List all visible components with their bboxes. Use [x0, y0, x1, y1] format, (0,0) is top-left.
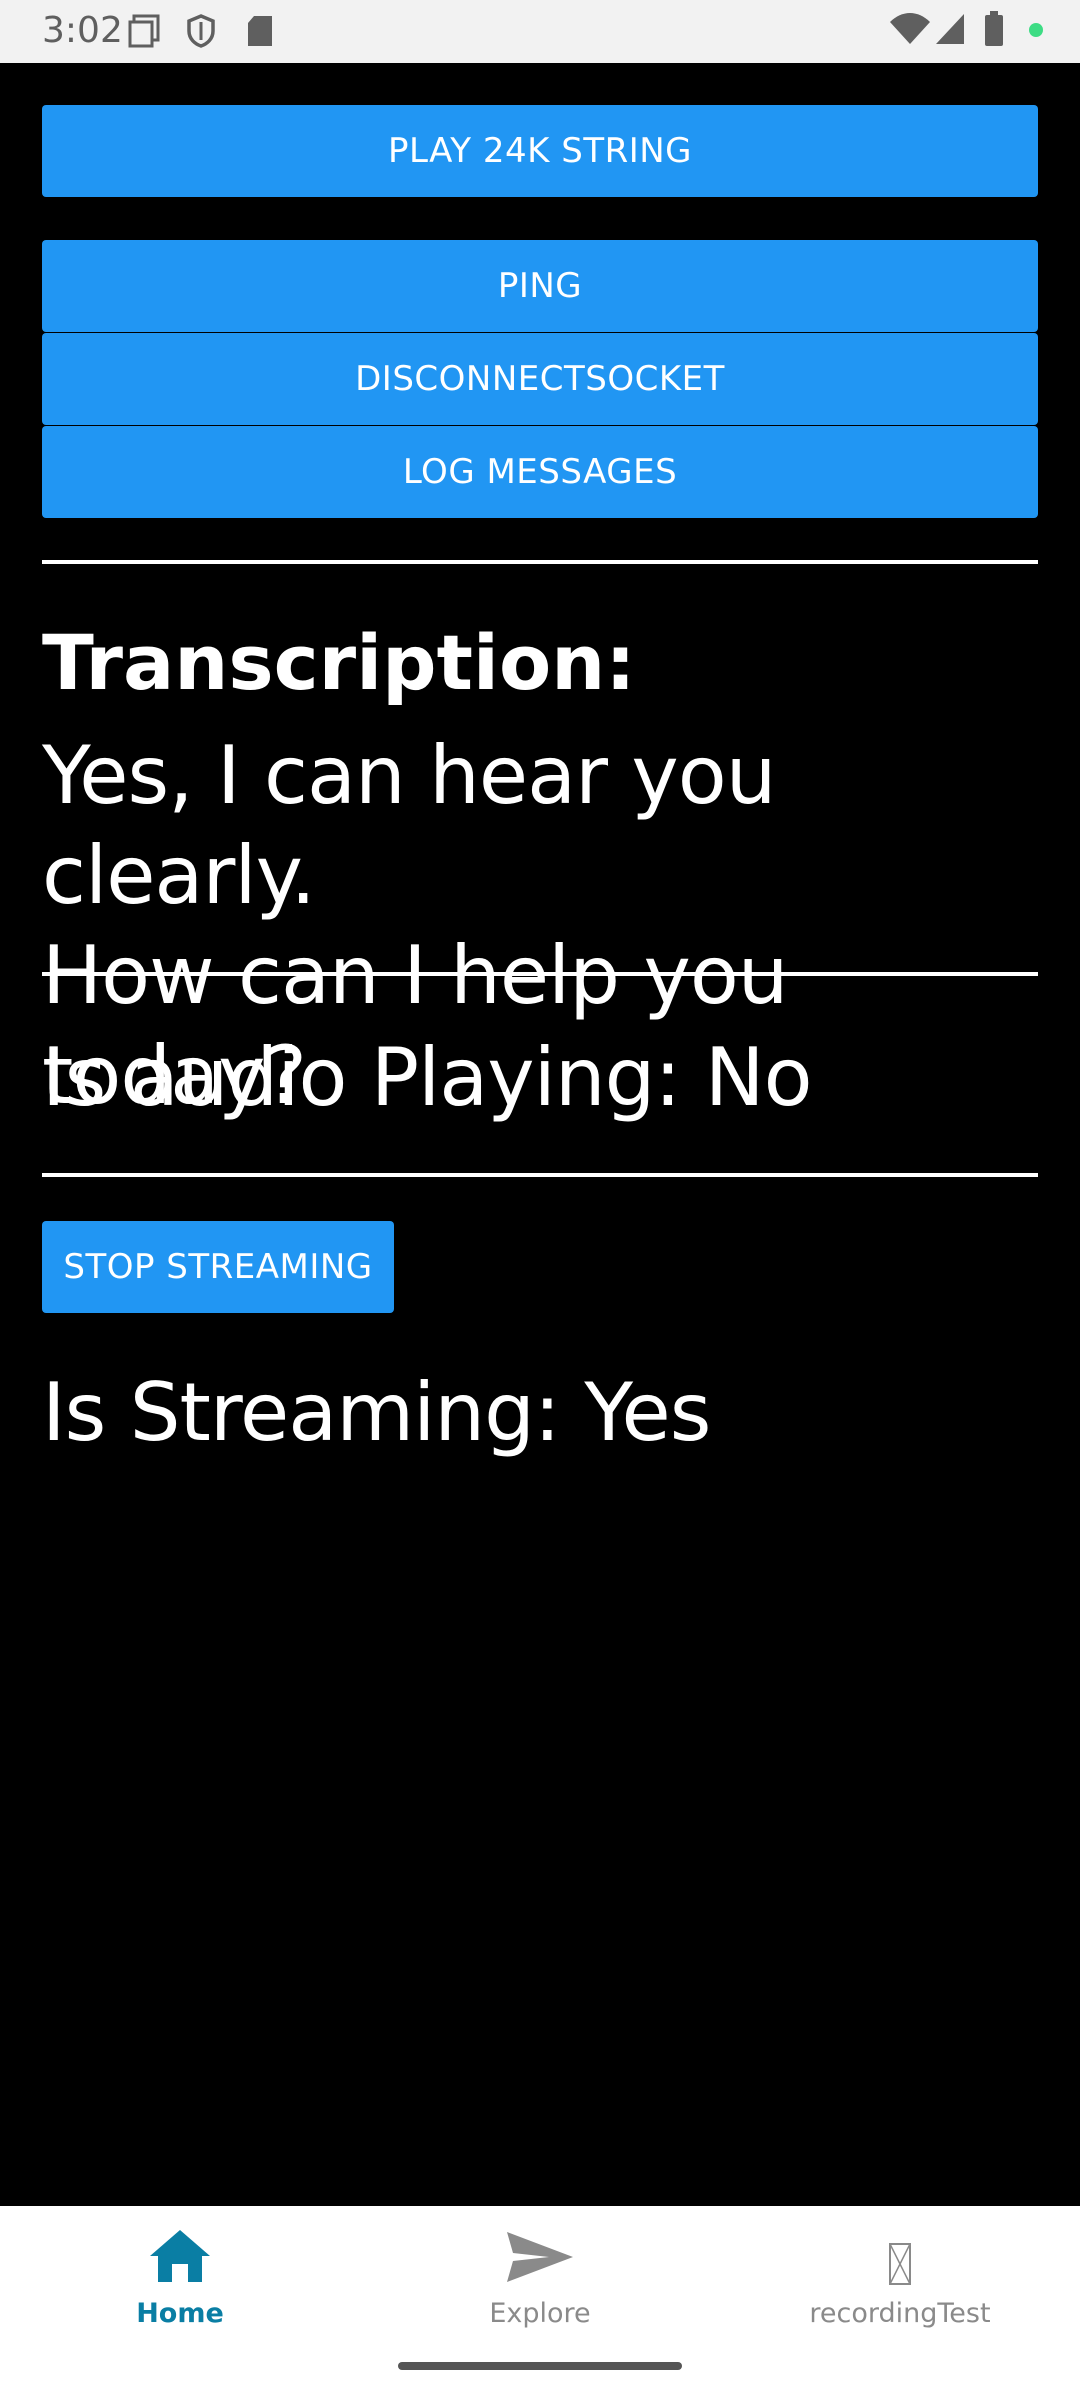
tab-recording-test-label: recordingTest — [809, 2298, 991, 2329]
tab-recording-test[interactable]: recordingTest — [720, 2206, 1080, 2356]
send-icon — [505, 2228, 575, 2291]
battery-icon — [984, 11, 1004, 52]
status-bar: 3:02 — [0, 0, 1080, 63]
signal-icon — [934, 12, 966, 51]
divider — [42, 1173, 1038, 1177]
transcription-line-1: Yes, I can hear you clearly. — [42, 729, 776, 922]
app-screen: 3:02 PLAY 24K STRING PING DISCONNECTSOCK… — [0, 0, 1080, 2400]
audio-playing-status: Is audio Playing: No — [42, 1031, 813, 1124]
dot-icon — [1028, 22, 1044, 43]
home-icon — [148, 2228, 212, 2289]
transcription-label: Transcription: — [42, 618, 636, 707]
disconnect-socket-button[interactable]: DISCONNECTSOCKET — [42, 333, 1038, 425]
sd-card-icon — [246, 14, 274, 53]
tab-explore[interactable]: Explore — [360, 2206, 720, 2356]
log-messages-button[interactable]: LOG MESSAGES — [42, 426, 1038, 518]
screen-icon — [128, 14, 160, 53]
divider — [42, 560, 1038, 564]
home-indicator[interactable] — [398, 2362, 682, 2370]
stop-streaming-button[interactable]: STOP STREAMING — [42, 1221, 394, 1313]
streaming-status: Is Streaming: Yes — [42, 1366, 711, 1459]
divider — [42, 972, 1038, 976]
tab-home[interactable]: Home — [0, 2206, 360, 2356]
wifi-icon — [890, 12, 930, 51]
play-24k-string-button[interactable]: PLAY 24K STRING — [42, 105, 1038, 197]
ping-button[interactable]: PING — [42, 240, 1038, 332]
tab-home-label: Home — [136, 2298, 224, 2329]
status-time: 3:02 — [42, 10, 123, 51]
shield-icon — [186, 14, 216, 53]
missing-glyph-icon — [888, 2242, 912, 2291]
bottom-tab-bar: Home Explore recordingTest — [0, 2206, 1080, 2400]
tab-explore-label: Explore — [489, 2298, 591, 2329]
